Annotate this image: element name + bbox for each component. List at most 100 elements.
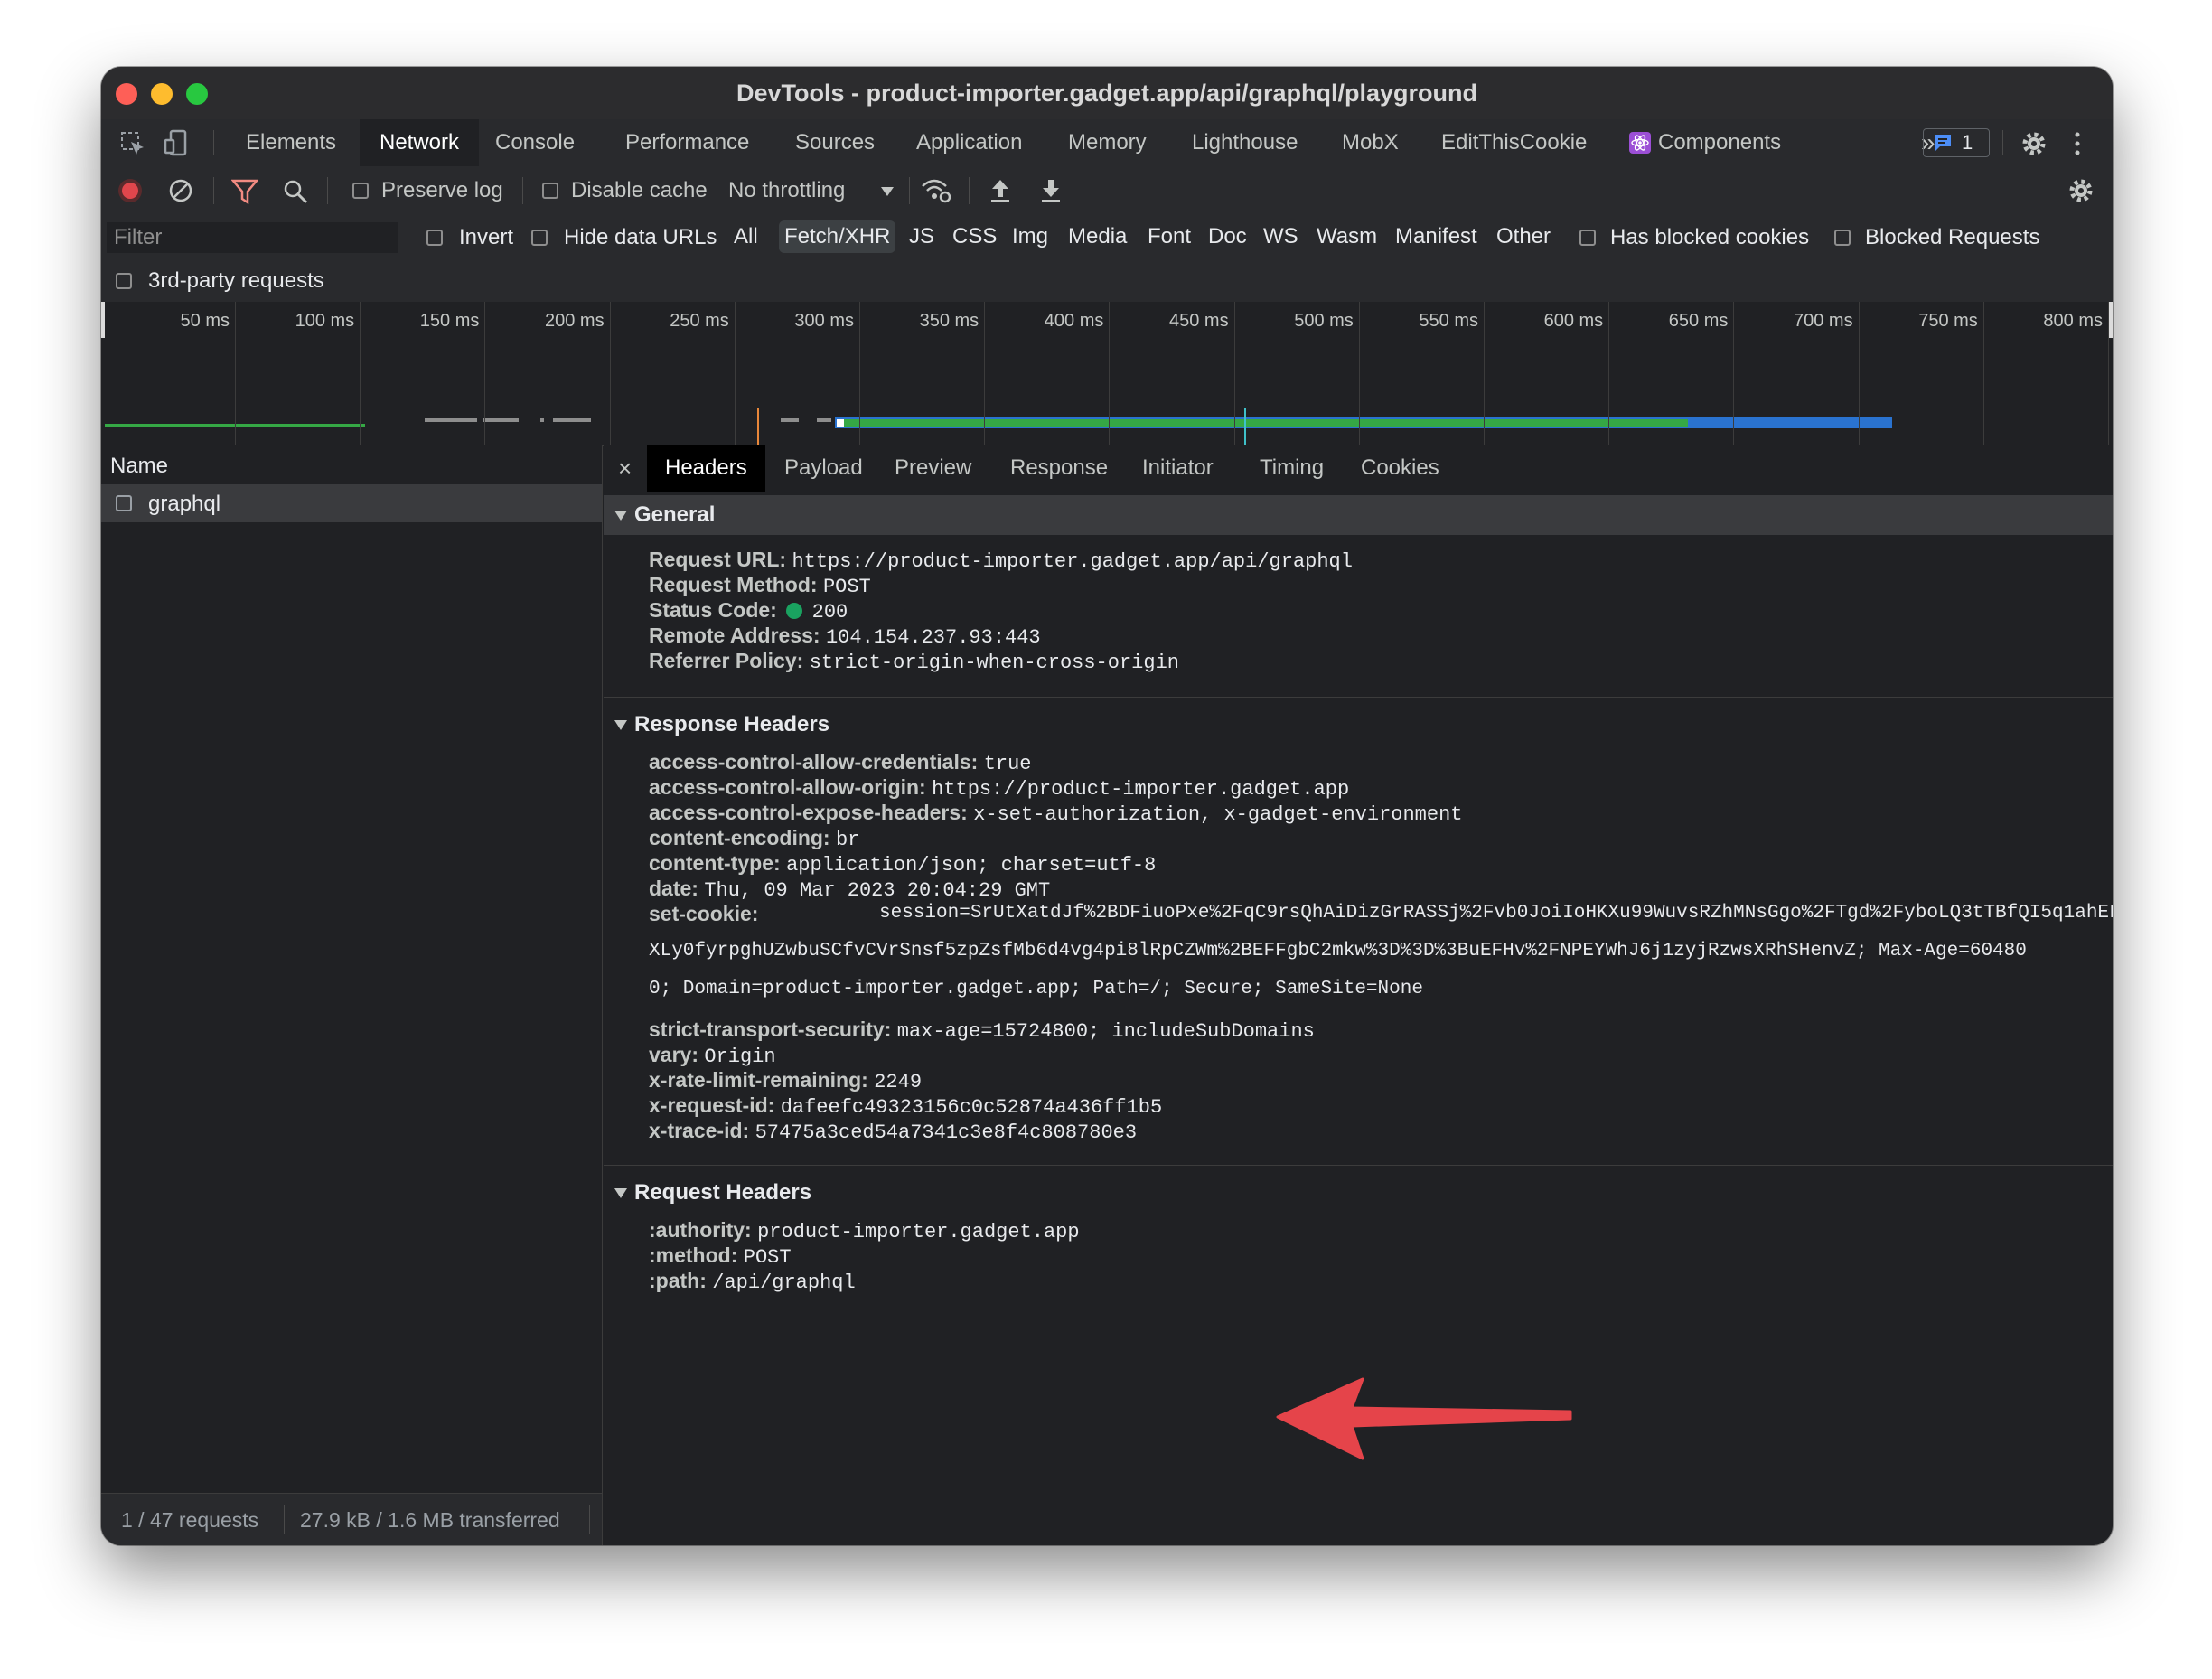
tab-memory[interactable]: Memory xyxy=(1068,119,1147,166)
request-name[interactable]: graphql xyxy=(148,492,220,517)
tab-editthiscookie[interactable]: EditThisCookie xyxy=(1441,119,1587,166)
tab-headers[interactable]: Headers xyxy=(647,445,765,492)
tab-console[interactable]: Console xyxy=(495,119,575,166)
filter-type-wasm[interactable]: Wasm xyxy=(1313,220,1381,253)
clear-icon[interactable] xyxy=(168,178,193,203)
filter-input[interactable] xyxy=(107,222,398,253)
timeline-bar xyxy=(817,418,831,422)
header-value: 104.154.237.93:443 xyxy=(825,626,1041,649)
timeline-gridline xyxy=(1608,302,1610,445)
device-toolbar-icon[interactable] xyxy=(163,128,192,157)
close-detail-button[interactable]: × xyxy=(618,445,632,492)
tab-payload[interactable]: Payload xyxy=(784,445,863,492)
hide-data-urls-checkbox[interactable] xyxy=(531,230,548,246)
issues-badge[interactable]: 1 xyxy=(1923,128,1990,157)
filter-type-fetch-xhr[interactable]: Fetch/XHR xyxy=(779,220,896,253)
timeline-tick-label: 150 ms xyxy=(419,311,480,331)
react-components-icon xyxy=(1629,132,1651,154)
tab-components[interactable]: Components xyxy=(1658,119,1781,166)
status-ok-icon xyxy=(786,603,803,619)
timeline-overview[interactable]: 50 ms 100 ms 150 ms 200 ms 250 ms 300 ms 350 m… xyxy=(101,302,2113,446)
table-row[interactable]: graphql xyxy=(101,484,602,522)
tab-preview[interactable]: Preview xyxy=(895,445,971,492)
header-name: x-rate-limit-remaining: xyxy=(649,1068,868,1092)
tab-lighthouse[interactable]: Lighthouse xyxy=(1192,119,1298,166)
filter-type-all[interactable]: All xyxy=(730,220,762,253)
header-row: set-cookie: xyxy=(649,900,758,927)
filter-type-doc[interactable]: Doc xyxy=(1204,220,1251,253)
filter-icon[interactable] xyxy=(231,179,258,204)
filter-type-media[interactable]: Media xyxy=(1064,220,1130,253)
set-cookie-value-line-1: session=SrUtXatdJf%2BDFiuoPxe%2FqC9rsQhA… xyxy=(879,903,2113,924)
section-divider xyxy=(604,1165,2113,1166)
timeline-gridline xyxy=(1109,302,1111,445)
footer-divider xyxy=(589,1505,590,1534)
filter-type-img[interactable]: Img xyxy=(1008,220,1052,253)
response-headers-section-toggle[interactable]: Response Headers xyxy=(604,705,2113,745)
timeline-gridline xyxy=(1733,302,1735,445)
tab-sources[interactable]: Sources xyxy=(795,119,875,166)
timeline-tick-label: 100 ms xyxy=(295,311,355,331)
tab-cookies[interactable]: Cookies xyxy=(1361,445,1439,492)
tab-initiator[interactable]: Initiator xyxy=(1142,445,1214,492)
disable-cache-checkbox[interactable] xyxy=(542,183,558,199)
invert-checkbox[interactable] xyxy=(426,230,443,246)
header-name: set-cookie: xyxy=(649,902,759,925)
set-cookie-value-line-3: 0; Domain=product-importer.gadget.app; P… xyxy=(649,979,1423,999)
chevron-down-icon[interactable] xyxy=(880,186,895,197)
set-cookie-value-line-2: XLy0fyrpghUZwbuSCfvCVrSnsf5zpZsfMb6d4vg4… xyxy=(649,941,2027,961)
tab-application[interactable]: Application xyxy=(916,119,1022,166)
dom-content-loaded-marker xyxy=(757,408,759,445)
header-row: :path: /api/graphql xyxy=(649,1267,856,1297)
network-settings-gear-icon[interactable] xyxy=(2067,177,2095,204)
header-value: true xyxy=(983,753,1032,775)
tab-response[interactable]: Response xyxy=(1010,445,1108,492)
blocked-requests-checkbox[interactable] xyxy=(1834,230,1851,246)
general-section-toggle[interactable]: General xyxy=(604,495,2113,535)
timeline-gridline xyxy=(859,302,860,445)
settings-gear-icon[interactable] xyxy=(2020,130,2048,157)
request-type-icon xyxy=(116,495,132,511)
inspect-element-icon[interactable] xyxy=(119,130,146,157)
filter-type-js[interactable]: JS xyxy=(905,220,938,253)
filter-type-font[interactable]: Font xyxy=(1144,220,1195,253)
header-name: vary: xyxy=(649,1043,698,1066)
toolbar-divider xyxy=(2002,130,2003,155)
tab-mobx[interactable]: MobX xyxy=(1342,119,1399,166)
header-name: Request URL: xyxy=(649,548,787,571)
search-icon[interactable] xyxy=(282,178,309,205)
tab-network[interactable]: Network xyxy=(360,119,480,166)
timeline-tick-label: 400 ms xyxy=(1044,311,1104,331)
timeline-gridline xyxy=(235,302,236,445)
has-blocked-cookies-checkbox[interactable] xyxy=(1579,230,1596,246)
name-column-header[interactable]: Name xyxy=(110,454,168,479)
tab-timing[interactable]: Timing xyxy=(1260,445,1324,492)
annotation-arrow-icon xyxy=(1276,1377,1572,1460)
timeline-bar xyxy=(553,418,591,422)
preserve-log-checkbox[interactable] xyxy=(352,183,369,199)
filter-type-other[interactable]: Other xyxy=(1493,220,1554,253)
collapse-triangle-icon xyxy=(614,511,627,521)
overview-left-handle[interactable] xyxy=(101,302,105,338)
filter-type-css[interactable]: CSS xyxy=(949,220,1000,253)
timeline-gridline xyxy=(1233,302,1235,445)
import-har-icon[interactable] xyxy=(989,177,1012,204)
more-options-icon[interactable] xyxy=(2073,130,2082,157)
third-party-requests-checkbox[interactable] xyxy=(116,273,132,289)
export-har-icon[interactable] xyxy=(1039,177,1063,204)
timeline-tick-label: 50 ms xyxy=(180,311,230,331)
header-value: strict-origin-when-cross-origin xyxy=(809,652,1179,674)
record-icon[interactable] xyxy=(117,178,143,203)
tab-elements[interactable]: Elements xyxy=(237,119,345,166)
overview-right-handle[interactable] xyxy=(2109,302,2113,338)
header-value: br xyxy=(835,829,860,851)
filter-type-manifest[interactable]: Manifest xyxy=(1392,220,1481,253)
filter-type-ws[interactable]: WS xyxy=(1260,220,1302,253)
tab-performance[interactable]: Performance xyxy=(625,119,749,166)
network-toolbar: Preserve log Disable cache No throttling xyxy=(101,166,2113,216)
network-conditions-icon[interactable] xyxy=(920,177,952,204)
request-headers-section-toggle[interactable]: Request Headers xyxy=(604,1173,2113,1213)
throttling-select[interactable]: No throttling xyxy=(728,178,845,203)
request-headers-section-title: Request Headers xyxy=(634,1180,812,1205)
header-value: x-set-authorization, x-gadget-environmen… xyxy=(973,803,1463,826)
